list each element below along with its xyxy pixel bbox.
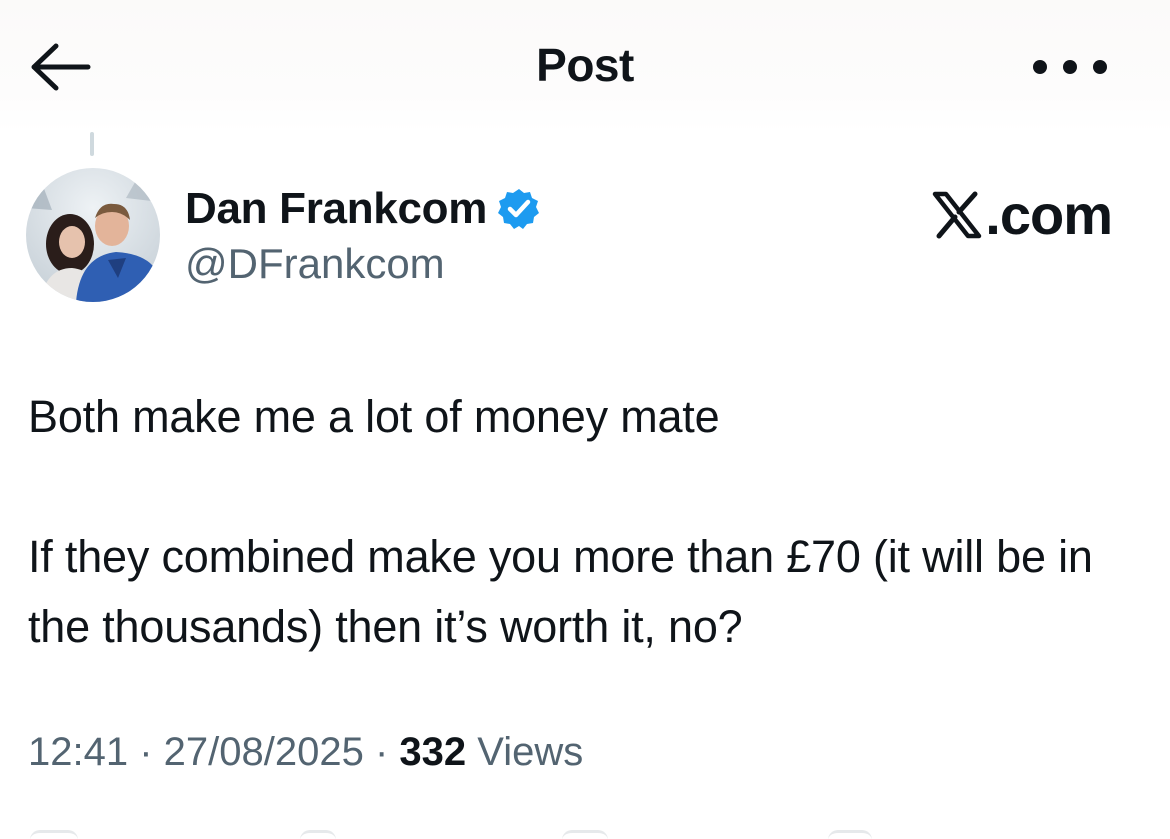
author-name-row: Dan Frankcom: [185, 184, 541, 234]
page-title: Post: [536, 39, 634, 91]
more-options-button[interactable]: [1028, 54, 1118, 80]
thread-connector-line: [90, 132, 94, 156]
tweet-time[interactable]: 12:41: [28, 730, 128, 774]
tweet-date[interactable]: 27/08/2025: [164, 730, 364, 774]
post-screen: Post Dan Frankcom @DFrankcom .com Both m…: [0, 0, 1170, 839]
tweet-meta: 12:41 · 27/08/2025 · 332 Views: [28, 730, 583, 775]
top-bar: Post: [0, 0, 1170, 132]
xcom-watermark: .com: [931, 182, 1113, 247]
ellipsis-icon: [1033, 60, 1107, 74]
author-display-name[interactable]: Dan Frankcom: [185, 184, 487, 234]
watermark-text: .com: [985, 183, 1113, 246]
author-handle[interactable]: @DFrankcom: [185, 240, 445, 288]
meta-separator: ·: [363, 730, 400, 774]
action-bar-peek: [0, 826, 1170, 839]
verified-badge-icon: [497, 187, 541, 231]
avatar[interactable]: [26, 168, 160, 302]
meta-separator: ·: [128, 730, 164, 774]
views-count[interactable]: 332: [399, 730, 466, 774]
tweet-paragraph: Both make me a lot of money mate: [28, 391, 720, 442]
tweet-paragraph: If they combined make you more than £70 …: [28, 531, 1093, 652]
x-logo-icon: [931, 190, 983, 240]
tweet-body: Both make me a lot of money mate If they…: [28, 382, 1148, 662]
views-label: Views: [466, 730, 584, 774]
